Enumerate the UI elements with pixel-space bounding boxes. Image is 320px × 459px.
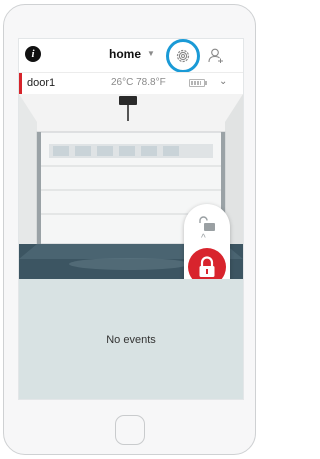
settings-button[interactable]: [166, 39, 200, 73]
temperature-reading: 26°C 78.8°F: [111, 77, 166, 88]
gear-icon: [176, 49, 190, 63]
unlock-icon[interactable]: [197, 216, 217, 232]
location-dropdown-icon[interactable]: ▼: [147, 49, 155, 58]
chevron-down-icon[interactable]: ⌄: [219, 76, 227, 87]
device-row[interactable]: door1 26°C 78.8°F ⌄: [19, 72, 243, 95]
info-icon[interactable]: i: [25, 46, 41, 62]
user-icon[interactable]: [208, 48, 224, 63]
chevron-up-icon: ^: [201, 233, 206, 244]
battery-icon: [189, 79, 207, 87]
top-bar: i home ▼: [19, 39, 243, 73]
app-screen: i home ▼ door1 26°C 78.8°F ⌄ ^ No events: [18, 38, 244, 400]
status-indicator: [19, 73, 22, 94]
camera-view: ^: [19, 94, 243, 279]
empty-events-message: No events: [106, 334, 156, 346]
lock-control-panel: ^: [184, 204, 230, 279]
events-panel: No events: [19, 279, 243, 399]
location-selector[interactable]: home: [109, 47, 141, 61]
lock-button[interactable]: [188, 248, 226, 279]
lock-icon: [199, 256, 215, 277]
phone-home-button[interactable]: [115, 415, 145, 445]
device-name: door1: [27, 77, 56, 89]
